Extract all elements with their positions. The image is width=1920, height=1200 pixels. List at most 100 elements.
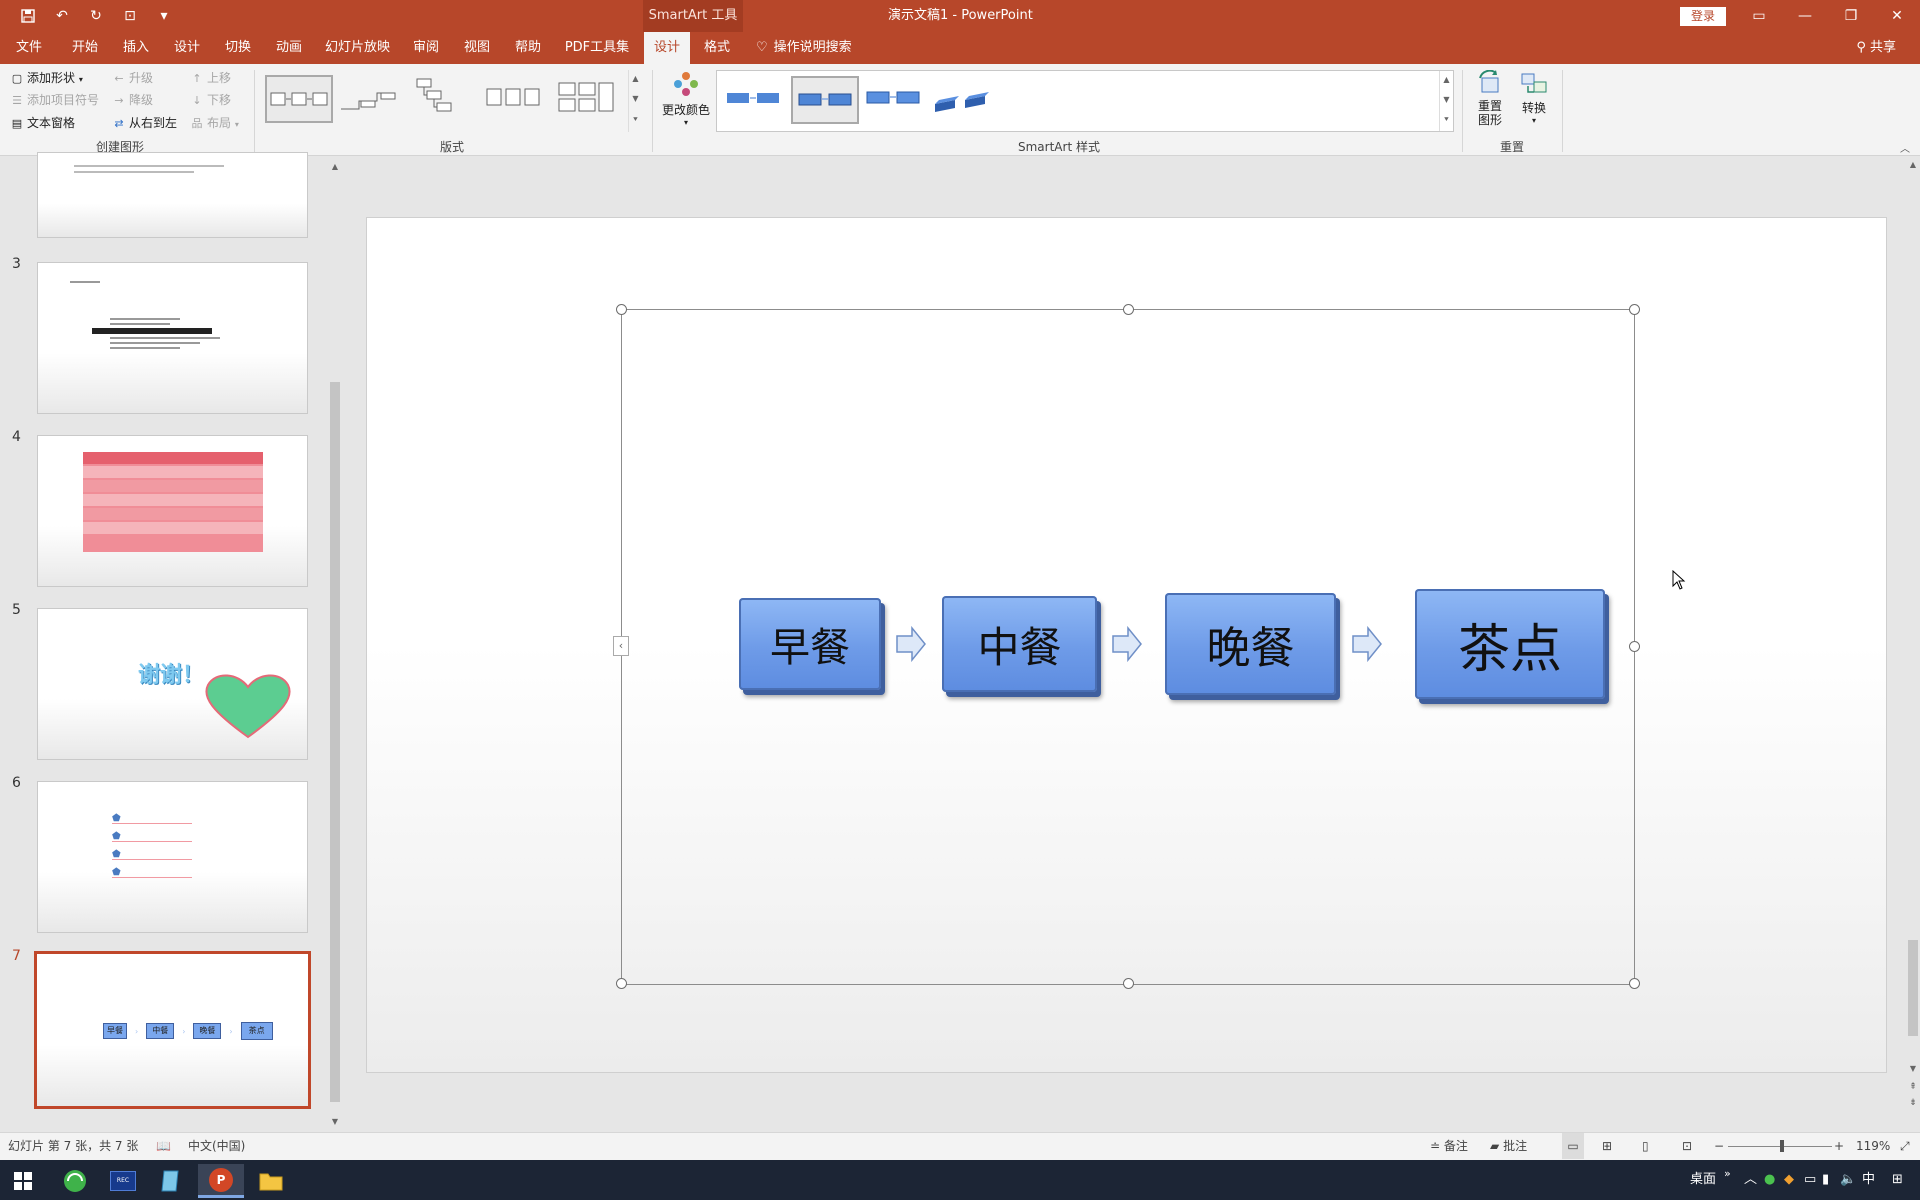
microphone-icon[interactable]: ▮ [1822,1160,1829,1200]
layout-basic-process[interactable] [265,75,333,123]
resize-handle-sw[interactable] [616,978,627,989]
zoom-level[interactable]: 119% [1856,1133,1890,1159]
spell-check-icon[interactable]: 📖 [156,1133,171,1159]
styles-gallery-scroll[interactable]: ▲ ▼ ⯆ [1439,71,1453,131]
thumbnail-scrollbar[interactable]: ▲ ▼ [328,162,342,1126]
zoom-slider-thumb[interactable] [1780,1140,1784,1152]
reading-view-icon[interactable]: ▯ [1642,1133,1649,1159]
convert-button[interactable]: 转换 ▾ [1514,70,1554,136]
share-button[interactable]: ⚲ 共享 [1856,32,1896,64]
tray-app-icon[interactable]: ◆ [1784,1160,1794,1200]
resize-handle-nw[interactable] [616,304,627,315]
layouts-gallery-scroll[interactable]: ▲ ▼ ⯆ [628,70,642,132]
scroll-down-icon[interactable]: ▼ [1906,1064,1920,1073]
restore-icon[interactable]: ❐ [1828,0,1874,32]
zoom-slider[interactable] [1728,1140,1832,1152]
ime-indicator[interactable]: 中 [1862,1160,1875,1200]
style-subtle-effect[interactable] [791,76,859,124]
slide-thumbnail-2[interactable] [37,152,308,238]
language-indicator[interactable]: 中文(中国) [188,1133,245,1159]
show-hidden-icons[interactable]: ︿ [1744,1160,1757,1200]
windows-start-icon[interactable] [0,1164,46,1198]
scroll-up-icon[interactable]: ▲ [1906,160,1920,169]
tab-view[interactable]: 视图 [456,32,498,64]
right-to-left-button[interactable]: ⇄ 从右到左 [112,114,177,132]
slide-thumbnail-4[interactable] [37,435,308,587]
ribbon-display-options-icon[interactable]: ▭ [1736,0,1782,32]
normal-view-icon[interactable]: ▭ [1562,1133,1584,1159]
browser-360-icon[interactable] [52,1164,98,1198]
text-pane-button[interactable]: ▤ 文本窗格 [10,114,75,132]
file-explorer-icon[interactable] [248,1164,294,1198]
tab-slideshow[interactable]: 幻灯片放映 [320,32,395,64]
tab-pdf-tools[interactable]: PDF工具集 [560,32,634,64]
layout-button[interactable]: 品布局 ▾ [190,114,239,132]
tray-green-app-icon[interactable]: ● [1764,1160,1775,1200]
more-icon[interactable]: ⯆ [629,111,642,131]
resize-handle-n[interactable] [1123,304,1134,315]
login-button[interactable]: 登录 [1680,7,1726,26]
move-up-button[interactable]: ↑ 上移 [190,69,231,87]
undo-icon[interactable]: ↶ [52,6,72,26]
collapse-ribbon-icon[interactable]: ︿ [1900,140,1910,155]
resize-handle-ne[interactable] [1629,304,1640,315]
notes-button[interactable]: ≐ 备注 [1430,1133,1468,1159]
close-icon[interactable]: ✕ [1874,0,1920,32]
slide-thumbnail-7[interactable]: 早餐 › 中餐 › 晚餐 › 茶点 [34,951,311,1109]
change-colors-button[interactable]: 更改颜色 ▾ [660,70,712,136]
style-3d-polished[interactable] [931,76,999,124]
demote-button[interactable]: → 降级 [112,91,153,109]
tab-design[interactable]: 设计 [166,32,208,64]
previous-slide-icon[interactable]: ⇞ [1906,1082,1920,1092]
layout-hierarchy-process[interactable] [409,75,477,123]
save-icon[interactable] [18,6,38,26]
layout-alternating-flow[interactable] [481,75,549,123]
style-flat[interactable] [721,76,789,124]
scroll-down-icon[interactable]: ▼ [328,1117,342,1126]
recording-app-icon[interactable]: REC [100,1164,146,1198]
promote-button[interactable]: ← 升级 [112,69,153,87]
slide-thumbnail-5[interactable]: 谢谢！ [37,608,308,760]
current-slide[interactable]: ‹ 早餐 中餐 晚餐 茶点 [366,217,1887,1073]
process-shape[interactable]: 早餐 [739,598,881,690]
layout-step-process[interactable] [337,75,405,123]
layout-segmented-process[interactable] [553,75,621,123]
next-slide-icon[interactable]: ⇟ [1906,1098,1920,1108]
input-mode-icon[interactable]: ⊞ [1892,1160,1903,1200]
network-icon[interactable]: ▭ [1804,1160,1816,1200]
minimize-icon[interactable]: — [1782,0,1828,32]
slide-scrollbar[interactable]: ▲ ▼ ⇞ ⇟ [1906,160,1920,1120]
resize-handle-e[interactable] [1629,641,1640,652]
add-bullet-button[interactable]: ☰ 添加项目符号 [10,91,99,109]
scroll-up-icon[interactable]: ▲ [629,70,642,90]
tell-me-search[interactable]: ♡ 操作说明搜索 [756,32,886,64]
slideshow-icon[interactable]: ⊡ [1682,1133,1692,1159]
smartart-frame[interactable]: ‹ 早餐 中餐 晚餐 茶点 [613,304,1640,989]
scroll-up-icon[interactable]: ▲ [328,162,342,171]
resize-handle-s[interactable] [1123,978,1134,989]
tab-animations[interactable]: 动画 [268,32,310,64]
add-shape-button[interactable]: ▢ 添加形状 ▾ [10,69,83,87]
start-from-beginning-icon[interactable]: ⊡ [120,6,140,26]
expand-toolbar-icon[interactable]: » [1724,1154,1731,1194]
zoom-out-icon[interactable]: − [1714,1133,1724,1159]
scrollbar-thumb[interactable] [330,382,340,1102]
process-shape[interactable]: 中餐 [942,596,1097,692]
slide-thumbnail-6[interactable]: ⬟ ⬟ ⬟ ⬟ [37,781,308,933]
tab-format[interactable]: 格式 [696,32,738,64]
reset-graphic-button[interactable]: 重置 图形 [1470,69,1510,136]
tab-insert[interactable]: 插入 [115,32,157,64]
tab-help[interactable]: 帮助 [507,32,549,64]
style-moderate-effect[interactable] [861,76,929,124]
desktop-toolbar-label[interactable]: 桌面 [1690,1160,1716,1200]
scrollbar-thumb[interactable] [1908,940,1918,1036]
text-pane-toggle[interactable]: ‹ [613,636,629,656]
more-icon[interactable]: ⯆ [1440,111,1453,131]
fit-to-window-icon[interactable]: ⤢ [1900,1133,1910,1159]
slide-thumbnail-3[interactable] [37,262,308,414]
slide-sorter-icon[interactable]: ⊞ [1602,1133,1612,1159]
scroll-up-icon[interactable]: ▲ [1440,71,1453,91]
tab-transitions[interactable]: 切换 [217,32,259,64]
tab-review[interactable]: 审阅 [405,32,447,64]
customize-qat-icon[interactable]: ▾ [154,6,174,26]
